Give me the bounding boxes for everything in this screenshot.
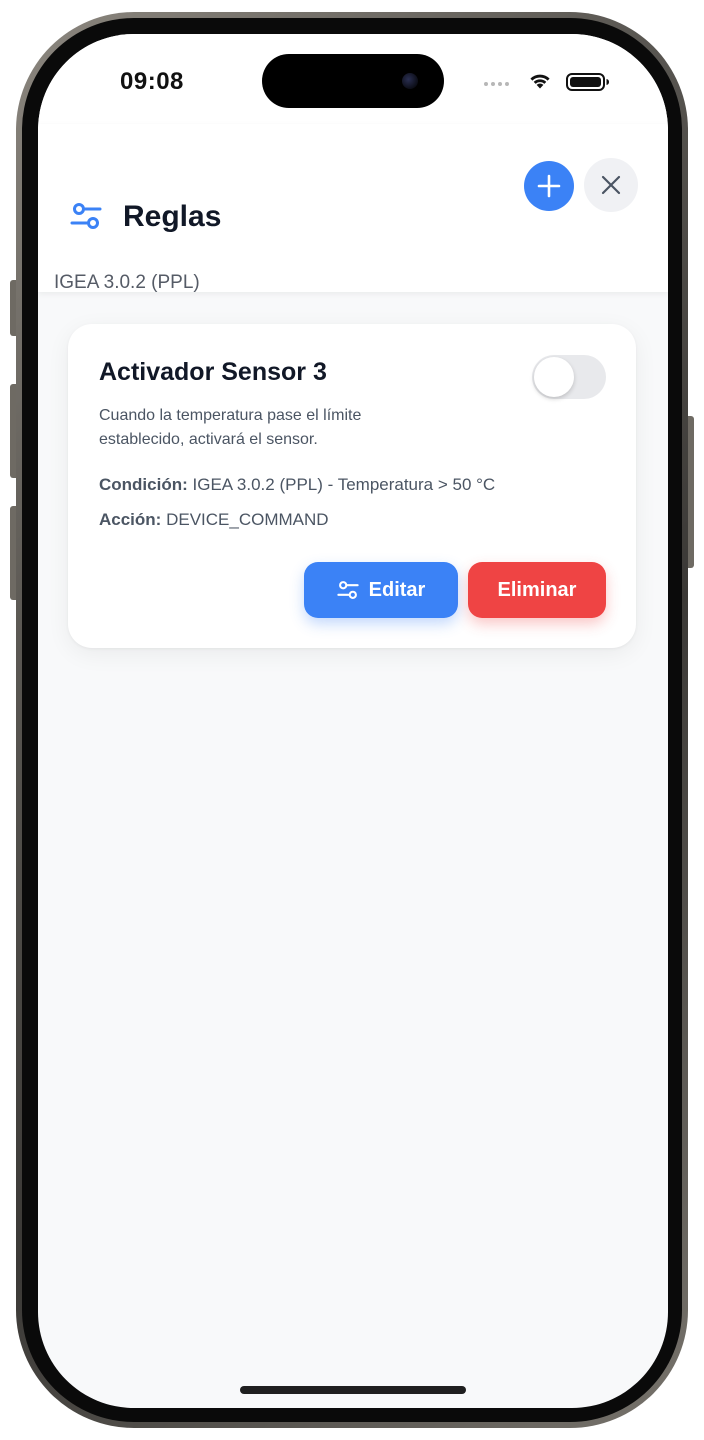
condition-value: IGEA 3.0.2 (PPL) - Temperatura > 50 °C	[192, 475, 496, 494]
rule-title: Activador Sensor 3	[99, 358, 327, 386]
rule-action: Acción: DEVICE_COMMAND	[99, 510, 329, 530]
delete-button-label: Eliminar	[497, 578, 577, 601]
signal-icon	[484, 82, 509, 86]
home-indicator[interactable]	[240, 1386, 466, 1394]
sliders-icon	[70, 203, 102, 229]
power-button	[688, 416, 694, 568]
dynamic-island	[262, 54, 444, 108]
camera-icon	[402, 73, 418, 89]
status-bar: 09:08	[38, 34, 668, 124]
condition-label: Condición:	[99, 475, 188, 494]
edit-button[interactable]: Editar	[304, 562, 458, 618]
rule-enabled-toggle[interactable]	[532, 355, 606, 399]
action-value: DEVICE_COMMAND	[166, 510, 329, 529]
close-icon	[601, 175, 621, 195]
page-title: Reglas	[123, 200, 222, 233]
delete-button[interactable]: Eliminar	[468, 562, 606, 618]
battery-icon	[566, 73, 609, 91]
device-mockup: 09:08 Reglas IGEA 3.0.2 (PPL) Activador …	[0, 0, 704, 1440]
close-button[interactable]	[584, 158, 638, 212]
toggle-knob	[534, 357, 574, 397]
rule-condition: Condición: IGEA 3.0.2 (PPL) - Temperatur…	[99, 475, 495, 495]
rule-card: Activador Sensor 3 Cuando la temperatura…	[68, 324, 636, 648]
device-subtitle: IGEA 3.0.2 (PPL)	[54, 272, 200, 293]
page-header: Reglas IGEA 3.0.2 (PPL)	[38, 124, 668, 293]
app-screen: 09:08 Reglas IGEA 3.0.2 (PPL) Activador …	[38, 34, 668, 1408]
action-label: Acción:	[99, 510, 162, 529]
sliders-icon	[337, 581, 359, 599]
add-rule-button[interactable]	[524, 161, 574, 211]
edit-button-label: Editar	[368, 578, 426, 601]
plus-icon	[537, 174, 561, 198]
wifi-icon	[530, 74, 550, 89]
rule-description: Cuando la temperatura pase el límite est…	[99, 407, 362, 448]
status-time: 09:08	[120, 68, 184, 95]
